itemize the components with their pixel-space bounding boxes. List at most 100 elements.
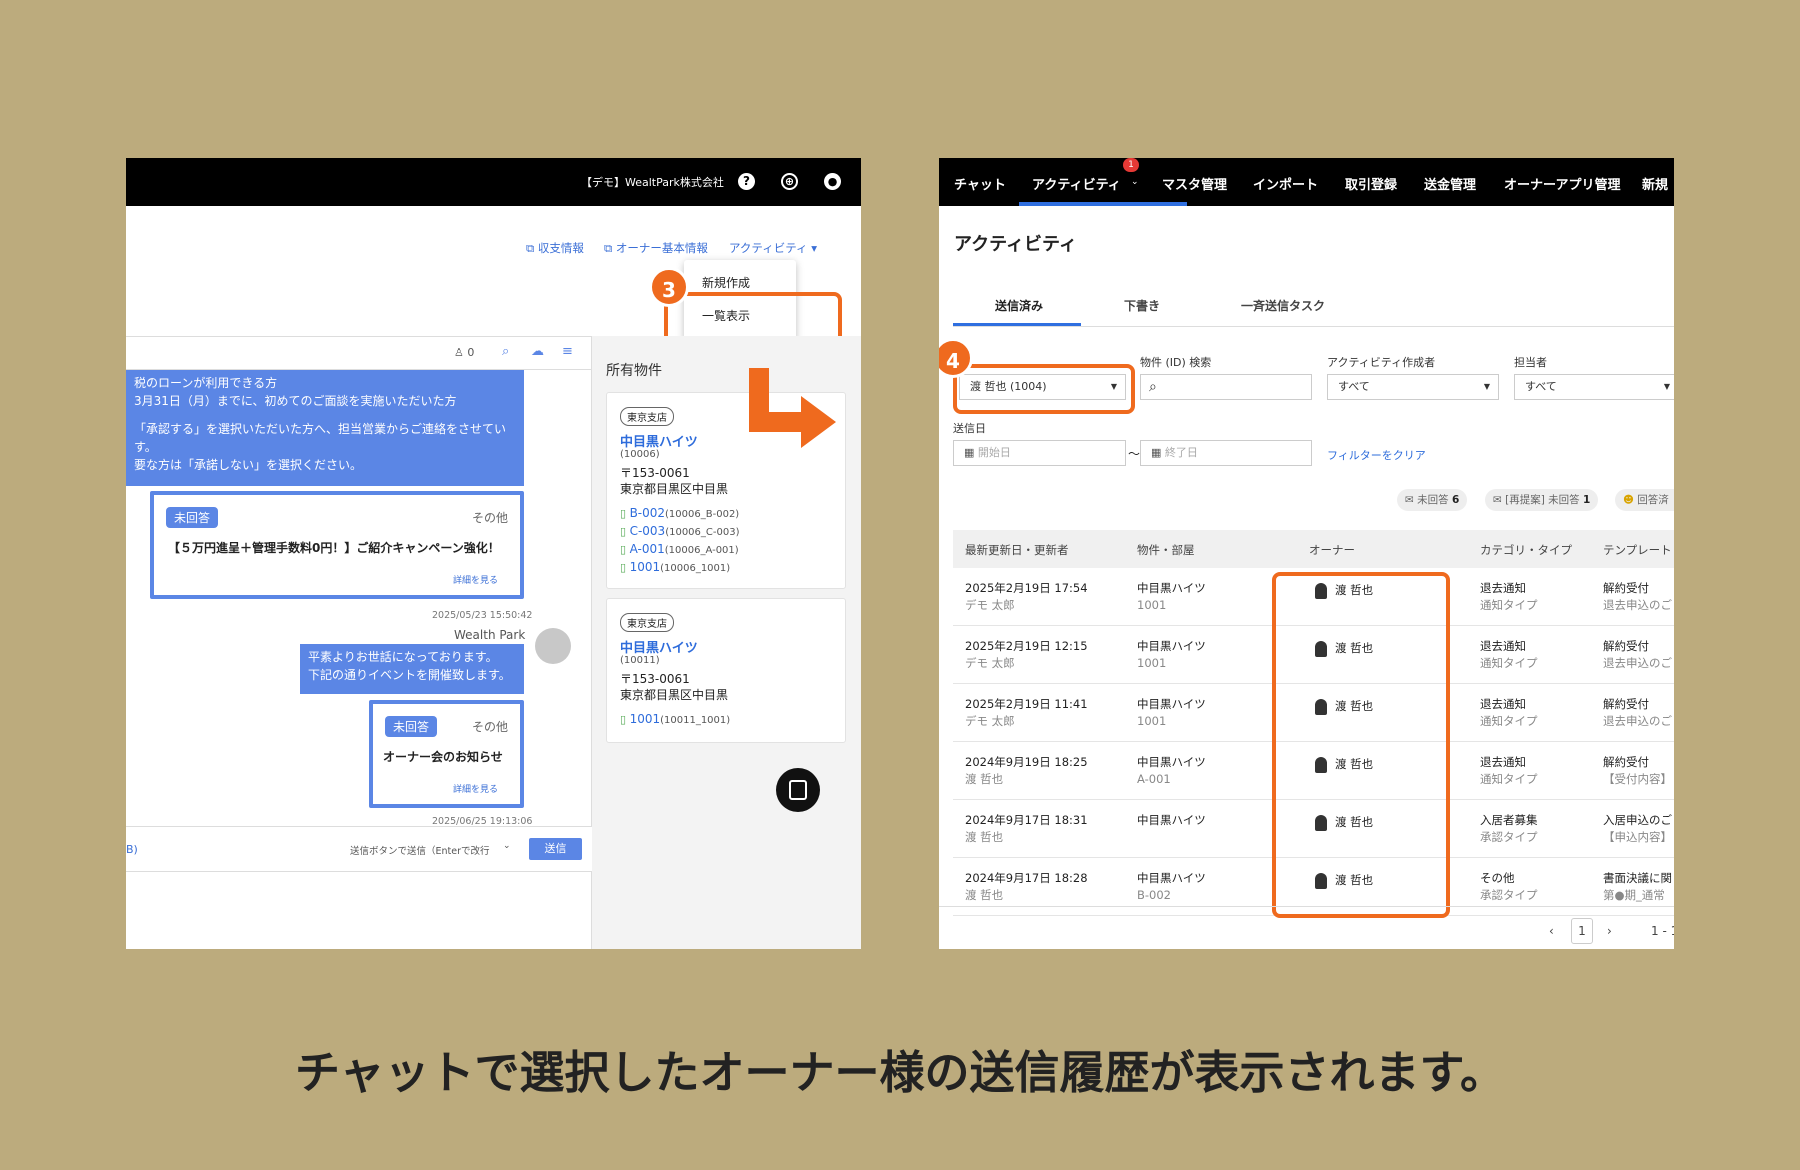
room-code: (10006_B-002) [665, 509, 740, 520]
category: 退去通知 [1480, 581, 1526, 595]
filter-icon[interactable]: ≡ [562, 344, 573, 359]
nav-item-master[interactable]: マスタ管理 [1162, 174, 1227, 193]
room-item[interactable]: ▯ 1001(10006_1001) [620, 560, 730, 574]
property-search-input[interactable]: ⌕ [1140, 374, 1312, 400]
external-link-icon: ⧉ [526, 241, 538, 255]
nav-item-activity[interactable]: アクティビティ [1032, 174, 1121, 193]
owner-info-link[interactable]: ⧉ オーナー基本情報 [604, 240, 708, 256]
room-number: 1001 [1137, 598, 1167, 612]
chip-answered[interactable]: ☻ 回答済 [1615, 489, 1674, 511]
nav-item-remittance[interactable]: 送金管理 [1424, 174, 1476, 193]
pager-next[interactable]: › [1607, 924, 1612, 938]
input-remainder: B) [126, 843, 138, 856]
chip-reproposal-unanswered[interactable]: ✉ [再提案] 未回答 1 [1485, 489, 1599, 511]
updated-by: 渡 哲也 [965, 888, 1004, 902]
clear-filters-link[interactable]: フィルターをクリア [1327, 447, 1426, 463]
send-button[interactable]: 送信 [529, 838, 582, 860]
room-item[interactable]: ▯ C-003(10006_C-003) [620, 524, 739, 538]
col-property: 物件・部屋 [1137, 543, 1195, 557]
highlight-owner-column [1272, 572, 1450, 918]
assignee-select[interactable]: すべて ▼ [1514, 374, 1674, 400]
nav-item-transaction[interactable]: 取引登録 [1345, 174, 1397, 193]
pager-prev[interactable]: ‹ [1549, 924, 1554, 938]
income-link[interactable]: ⧉ 収支情報 [526, 240, 584, 256]
property-address: 東京都目黒区中目黒 [620, 482, 729, 496]
status-badge: 未回答 [166, 507, 219, 528]
category: 退去通知 [1480, 755, 1526, 769]
end-date-input[interactable]: ▦ 終了日 [1140, 440, 1312, 466]
participant-count: ♙ 0 [454, 346, 474, 359]
updated-date: 2024年9月17日 18:31 [965, 813, 1088, 827]
creator-label: アクティビティ作成者 [1327, 356, 1436, 369]
tab-drafts[interactable]: 下書き [1124, 297, 1160, 314]
room-item[interactable]: ▯ 1001(10011_1001) [620, 712, 730, 726]
search-icon: ⌕ [1149, 379, 1157, 395]
left-screenshot-panel: 【デモ】WealtPark株式会社 ? ⊕ ● ⧉ 収支情報 ⧉ オーナー基本情… [126, 158, 861, 949]
activity-dropdown[interactable]: アクティビティ ▾ [729, 240, 817, 256]
activity-card-1[interactable]: 未回答 その他 【５万円進呈＋管理手数料0円！】ご紹介キャンペーン強化！ 詳細を… [150, 491, 524, 599]
chevron-down-icon: ⌄ [1131, 177, 1139, 187]
nav-item-new[interactable]: 新規 [1642, 174, 1668, 193]
globe-icon[interactable]: ⊕ [781, 173, 798, 190]
nav-item-chat[interactable]: チャット [954, 174, 1006, 193]
property-name[interactable]: 中目黒ハイツ [620, 431, 698, 450]
branch-tag: 東京支店 [620, 407, 674, 426]
updated-by: デモ 太郎 [965, 714, 1015, 728]
door-icon: ▯ [620, 507, 627, 520]
calendar-icon: ▦ [1151, 446, 1165, 459]
room-number: 1001 [1137, 656, 1167, 670]
category: その他 [1480, 871, 1515, 885]
user-icon[interactable]: ● [824, 173, 841, 190]
send-hint-dropdown[interactable]: 送信ボタンで送信（Enterで改行 [350, 843, 490, 857]
branch-tag: 東京支店 [620, 613, 674, 632]
chat-toolbar: ♙ 0 ⌕ ☁ ≡ [126, 336, 592, 370]
col-template: テンプレート [1603, 543, 1672, 557]
property-name[interactable]: 中目黒ハイツ [620, 637, 698, 656]
chip-count: 1 [1583, 494, 1591, 506]
template-detail: 退去申込のご [1603, 598, 1672, 612]
room-code: (10011_1001) [660, 715, 731, 726]
nav-item-owner-app[interactable]: オーナーアプリ管理 [1504, 174, 1620, 193]
template: 解約受付 [1603, 639, 1649, 653]
menu-item-create[interactable]: 新規作成 [702, 274, 750, 291]
property-zip: 〒153-0061 [620, 466, 690, 480]
step-badge-3: 3 [649, 267, 689, 307]
caption: チャットで選択したオーナー様の送信履歴が表示されます。 [294, 1046, 1506, 1099]
property-name: 中目黒ハイツ [1137, 755, 1206, 769]
message-line [134, 410, 516, 420]
property-name: 中目黒ハイツ [1137, 639, 1206, 653]
updated-by: デモ 太郎 [965, 656, 1015, 670]
updated-by: デモ 太郎 [965, 598, 1015, 612]
chat-launcher-button[interactable] [776, 768, 820, 812]
search-icon[interactable]: ⌕ [502, 344, 509, 359]
caret-down-icon: ▼ [1663, 382, 1670, 391]
tab-sent[interactable]: 送信済み [995, 297, 1043, 314]
template: 解約受付 [1603, 581, 1649, 595]
activity-card-2[interactable]: 未回答 その他 オーナー会のお知らせ 詳細を見る [369, 700, 524, 808]
template-detail: 第●期_通常 [1603, 888, 1665, 902]
nav-item-import[interactable]: インポート [1253, 174, 1318, 193]
card-title: オーナー会のお知らせ [383, 750, 503, 764]
room-code: (10006_A-001) [664, 545, 739, 556]
property-id: (10011) [620, 655, 660, 666]
avatar [535, 628, 571, 664]
details-link[interactable]: 詳細を見る [453, 573, 498, 586]
creator-select[interactable]: すべて ▼ [1327, 374, 1499, 400]
comment-icon[interactable]: ☁ [531, 344, 544, 359]
tab-divider [953, 326, 1674, 327]
pager-current-page[interactable]: 1 [1571, 918, 1593, 944]
room-item[interactable]: ▯ B-002(10006_B-002) [620, 506, 739, 520]
tab-bulk-tasks[interactable]: 一斉送信タスク [1241, 297, 1325, 314]
details-link[interactable]: 詳細を見る [453, 782, 498, 795]
chip-unanswered[interactable]: ✉ 未回答 6 [1397, 489, 1468, 511]
property-name: 中目黒ハイツ [1137, 813, 1206, 827]
updated-by: 渡 哲也 [965, 772, 1004, 786]
message-line: 下記の通りイベントを開催致します。 [308, 668, 511, 682]
category: 入居者募集 [1480, 813, 1538, 827]
col-updated: 最新更新日・更新者 [965, 543, 1069, 557]
template: 解約受付 [1603, 697, 1649, 711]
help-icon[interactable]: ? [738, 173, 755, 190]
room-item[interactable]: ▯ A-001(10006_A-001) [620, 542, 739, 556]
start-date-input[interactable]: ▦ 開始日 [953, 440, 1126, 466]
end-date-placeholder: 終了日 [1164, 446, 1198, 459]
